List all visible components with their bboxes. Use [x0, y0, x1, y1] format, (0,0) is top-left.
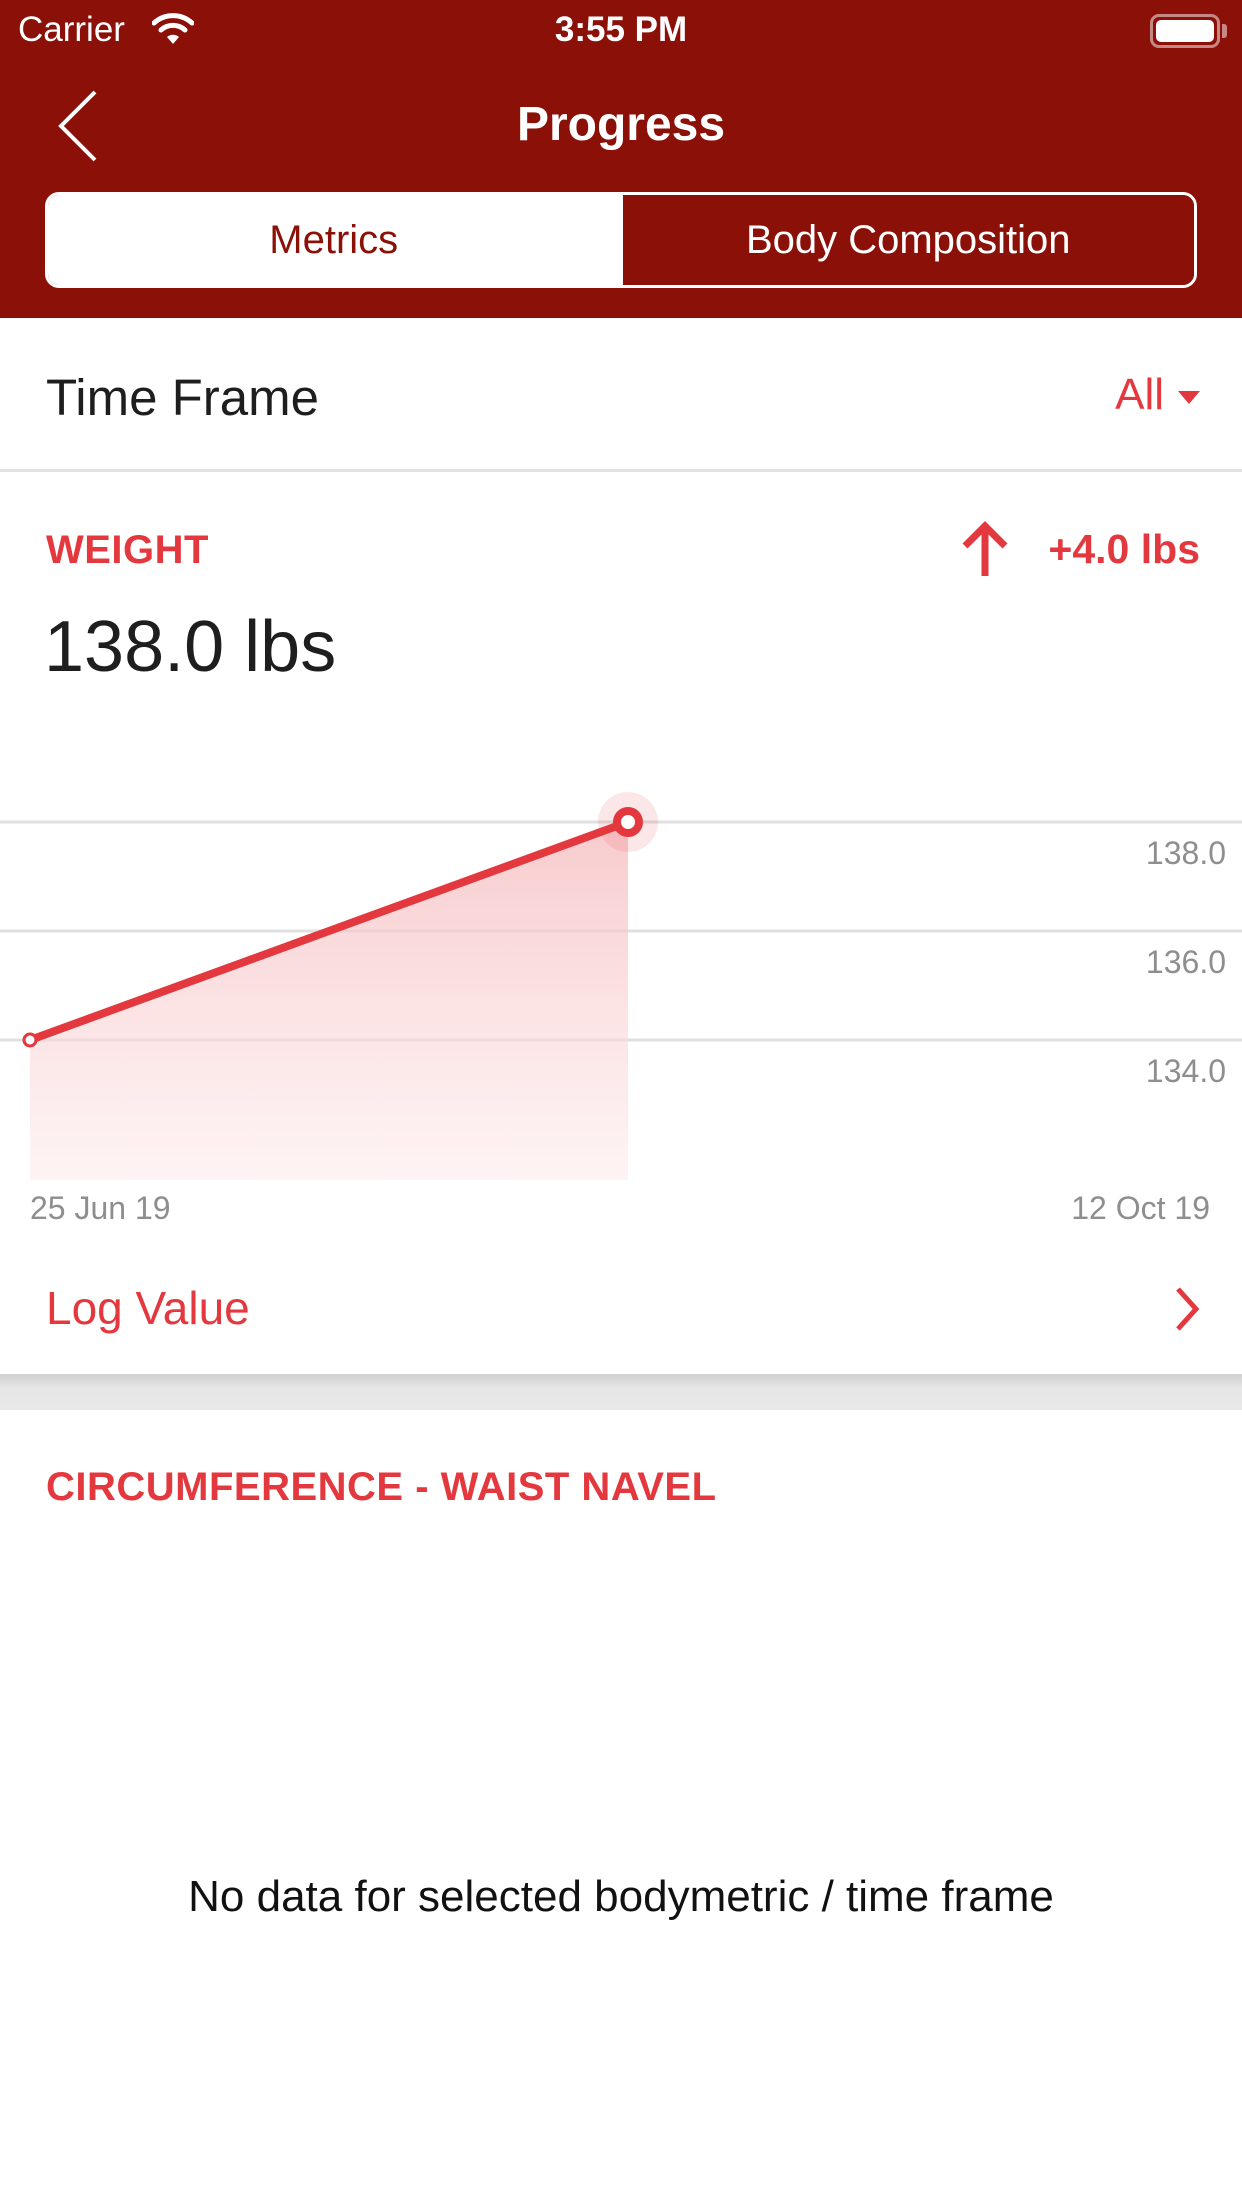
x-axis-end-label: 12 Oct 19 [1071, 1190, 1210, 1226]
time-frame-row: Time Frame All [0, 318, 1242, 472]
circumference-title: CIRCUMFERENCE - WAIST NAVEL [46, 1465, 717, 1509]
arrow-up-icon [962, 521, 1008, 576]
chart-area-fill [30, 822, 628, 1180]
battery-tip [1222, 24, 1227, 38]
chart-data-point [22, 1032, 38, 1048]
status-time: 3:55 PM [554, 10, 688, 49]
time-frame-value: All [1115, 370, 1164, 419]
page-title: Progress [516, 98, 726, 151]
empty-state-message: No data for selected bodymetric / time f… [188, 1872, 1054, 1921]
log-value-label: Log Value [46, 1282, 250, 1334]
x-axis-start-label: 25 Jun 19 [30, 1190, 171, 1226]
weight-title: WEIGHT [46, 528, 209, 572]
weight-chart: 138.0 136.0 134.0 25 Jun 19 12 Oct 19 [0, 792, 1242, 1226]
weight-current-value: 138.0 lbs [44, 607, 337, 687]
app-header: Carrier 3:55 PM Progress Metrics Body Co… [0, 0, 1242, 318]
log-value-button[interactable]: Log Value [0, 1250, 1242, 1374]
segmented-control: Metrics Body Composition [45, 192, 1197, 288]
tab-body-composition[interactable]: Body Composition [619, 195, 1194, 285]
time-frame-label: Time Frame [46, 369, 319, 426]
weight-change: +4.0 lbs [960, 520, 1200, 578]
y-tick-label: 136.0 [1146, 944, 1226, 980]
y-tick-label: 138.0 [1146, 835, 1226, 871]
chart-data-point [613, 807, 643, 837]
section-separator [0, 1374, 1242, 1410]
y-tick-label: 134.0 [1146, 1053, 1226, 1089]
battery-icon [1150, 14, 1220, 48]
tab-metrics[interactable]: Metrics [48, 195, 620, 285]
weight-change-value: +4.0 lbs [1048, 525, 1200, 572]
caret-down-icon [1178, 390, 1200, 404]
status-bar: Carrier 3:55 PM [0, 0, 1242, 62]
time-frame-dropdown[interactable]: All [1115, 370, 1200, 420]
chevron-right-icon [1176, 1287, 1200, 1331]
